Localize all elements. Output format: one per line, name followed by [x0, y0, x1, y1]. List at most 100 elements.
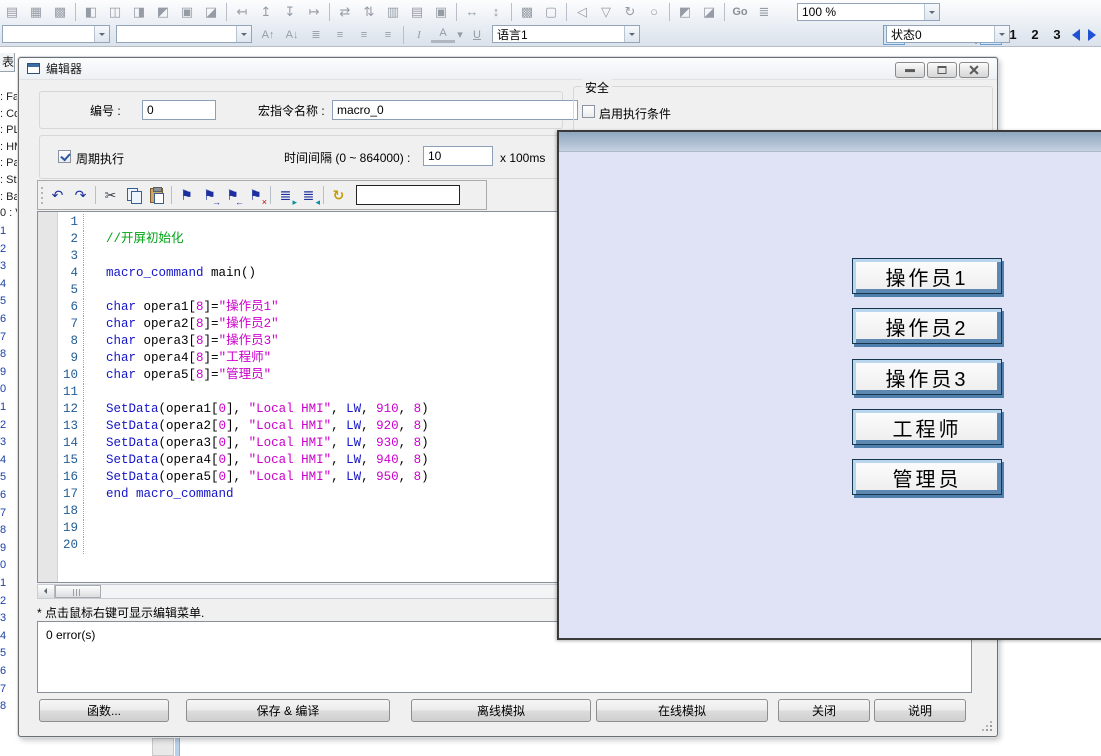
code-line[interactable]: 15SetData(opera4[0], "Local HMI", LW, 94… [38, 452, 558, 469]
code-line[interactable]: 17end macro_command [38, 486, 558, 503]
tree-item-number-fragment[interactable]: 2 [0, 595, 9, 607]
bring-front-icon[interactable]: ◩ [673, 2, 697, 22]
copy-icon[interactable] [122, 184, 145, 206]
nudge-down-icon[interactable]: ↧ [278, 2, 302, 22]
tree-item-number-fragment[interactable]: 6 [0, 313, 9, 325]
object-style-3-icon[interactable]: ▩ [48, 2, 72, 22]
bookmark-prev-icon[interactable]: ⚑← [221, 184, 244, 206]
state-button-2[interactable]: 2 [1024, 25, 1046, 45]
distribute-horizontal-icon[interactable]: ⇄ [333, 2, 357, 22]
code-line[interactable]: 5 [38, 282, 558, 299]
go-icon[interactable]: Go [728, 2, 752, 22]
font-size-combobox[interactable] [116, 25, 252, 43]
online-simulation-button[interactable]: 在线模拟 [596, 699, 768, 722]
align-middle-icon[interactable]: ▣ [175, 2, 199, 22]
code-line[interactable]: 10char opera5[8]="管理员" [38, 367, 558, 384]
code-line[interactable]: 7char opera2[8]="操作员2" [38, 316, 558, 333]
tree-item-number-fragment[interactable]: 9 [0, 366, 9, 378]
find-icon[interactable]: ↻ [327, 184, 350, 206]
enable-condition-checkbox[interactable] [582, 105, 595, 118]
tree-item-number-fragment[interactable]: 2 [0, 243, 9, 255]
flip-vertical-icon[interactable]: ▽ [594, 2, 618, 22]
align-center-horizontal-icon[interactable]: ◫ [103, 2, 127, 22]
next-state-icon[interactable] [1084, 25, 1100, 45]
tree-item-number-fragment[interactable]: 7 [0, 331, 9, 343]
tree-item-number-fragment[interactable]: 6 [0, 489, 9, 501]
code-line[interactable]: 1 [38, 214, 558, 231]
tree-item-number-fragment[interactable]: 9 [0, 542, 9, 554]
code-line[interactable]: 18 [38, 503, 558, 520]
code-line[interactable]: 12SetData(opera1[0], "Local HMI", LW, 91… [38, 401, 558, 418]
underline-icon[interactable]: U [465, 25, 489, 45]
tree-item-number-fragment[interactable]: 6 [0, 665, 9, 677]
code-line[interactable]: 2//开屏初始化 [38, 231, 558, 248]
pin-icon[interactable]: ○ [642, 2, 666, 22]
code-line[interactable]: 11 [38, 384, 558, 401]
send-back-icon[interactable]: ◪ [697, 2, 721, 22]
interval-input[interactable] [423, 146, 493, 166]
undo-icon[interactable]: ↶ [46, 184, 69, 206]
align-text-right-icon[interactable]: ≡ [376, 25, 400, 45]
cut-icon[interactable]: ✂ [99, 184, 122, 206]
align-text-left-icon[interactable]: ≡ [328, 25, 352, 45]
tree-item-number-fragment[interactable]: 1 [0, 401, 9, 413]
font-name-combobox[interactable] [2, 25, 110, 43]
bookmark-next-icon[interactable]: ⚑→ [198, 184, 221, 206]
code-line[interactable]: 14SetData(opera3[0], "Local HMI", LW, 93… [38, 435, 558, 452]
zoom-combobox[interactable]: 100 % [797, 3, 940, 21]
tree-item-number-fragment[interactable]: 3 [0, 612, 9, 624]
close-dialog-button[interactable]: 关闭 [778, 699, 870, 722]
align-text-center-icon[interactable]: ≡ [352, 25, 376, 45]
tree-tab-label[interactable]: 表 [0, 53, 15, 72]
tree-item-number-fragment[interactable]: 4 [0, 278, 9, 290]
preview-titlebar[interactable] [559, 132, 1101, 152]
tree-item-fragment[interactable]: : St [0, 174, 17, 186]
tree-item-number-fragment[interactable]: 1 [0, 577, 9, 589]
toolbar-grip[interactable] [41, 187, 43, 205]
state-button-3[interactable]: 3 [1046, 25, 1068, 45]
tree-item-fragment[interactable]: : Fa [0, 91, 19, 103]
macro-id-input[interactable] [142, 100, 216, 120]
tree-item-number-fragment[interactable]: 1 [0, 225, 9, 237]
code-line[interactable]: 9char opera4[8]="工程师" [38, 350, 558, 367]
tree-item-number-fragment[interactable]: 2 [0, 419, 9, 431]
tree-item-number-fragment[interactable]: 0 [0, 559, 9, 571]
dialog-titlebar[interactable]: 编辑器 [19, 58, 997, 80]
minimize-button[interactable] [895, 62, 925, 78]
scrollbar-thumb[interactable] [55, 585, 101, 598]
code-line[interactable]: 13SetData(opera2[0], "Local HMI", LW, 92… [38, 418, 558, 435]
chevron-down-icon[interactable] [924, 4, 939, 20]
administrator-button[interactable]: 管理员 [852, 459, 1002, 495]
rotate-icon[interactable]: ↻ [618, 2, 642, 22]
bookmark-clear-icon[interactable]: ⚑× [244, 184, 267, 206]
maximize-button[interactable] [927, 62, 957, 78]
align-bottom-icon[interactable]: ◪ [199, 2, 223, 22]
tree-item-number-fragment[interactable]: 5 [0, 471, 9, 483]
code-line[interactable]: 6char opera1[8]="操作员1" [38, 299, 558, 316]
tree-item-number-fragment[interactable]: 7 [0, 507, 9, 519]
chevron-down-icon[interactable] [994, 26, 1009, 42]
tree-item-number-fragment[interactable]: 3 [0, 436, 9, 448]
nudge-right-icon[interactable]: ↦ [302, 2, 326, 22]
font-decrease-icon[interactable]: A↓ [280, 25, 304, 45]
operator2-button[interactable]: 操作员2 [852, 308, 1002, 344]
object-style-2-icon[interactable]: ▦ [24, 2, 48, 22]
macro-name-input[interactable] [332, 100, 578, 120]
font-color-icon[interactable]: A [431, 27, 455, 43]
color-dropdown-icon[interactable]: ▾ [455, 25, 465, 45]
layer-stack-icon[interactable]: ≣ [752, 2, 776, 22]
tree-item-number-fragment[interactable]: 7 [0, 683, 9, 695]
code-line[interactable]: 20 [38, 537, 558, 554]
operator3-button[interactable]: 操作员3 [852, 359, 1002, 395]
tree-item-fragment[interactable]: : Ba [0, 191, 20, 203]
periodic-checkbox[interactable] [58, 150, 71, 163]
outdent-icon[interactable]: ≣◂ [297, 184, 320, 206]
tree-item-fragment[interactable]: : PL [0, 124, 20, 136]
bookmark-toggle-icon[interactable]: ⚑ [175, 184, 198, 206]
tree-item-number-fragment[interactable]: 8 [0, 524, 9, 536]
text-spacing-icon[interactable]: ≣ [304, 25, 328, 45]
find-input[interactable] [356, 185, 460, 205]
nudge-left-icon[interactable]: ↤ [230, 2, 254, 22]
tree-item-number-fragment[interactable]: 5 [0, 647, 9, 659]
distribute-vertical-icon[interactable]: ⇅ [357, 2, 381, 22]
